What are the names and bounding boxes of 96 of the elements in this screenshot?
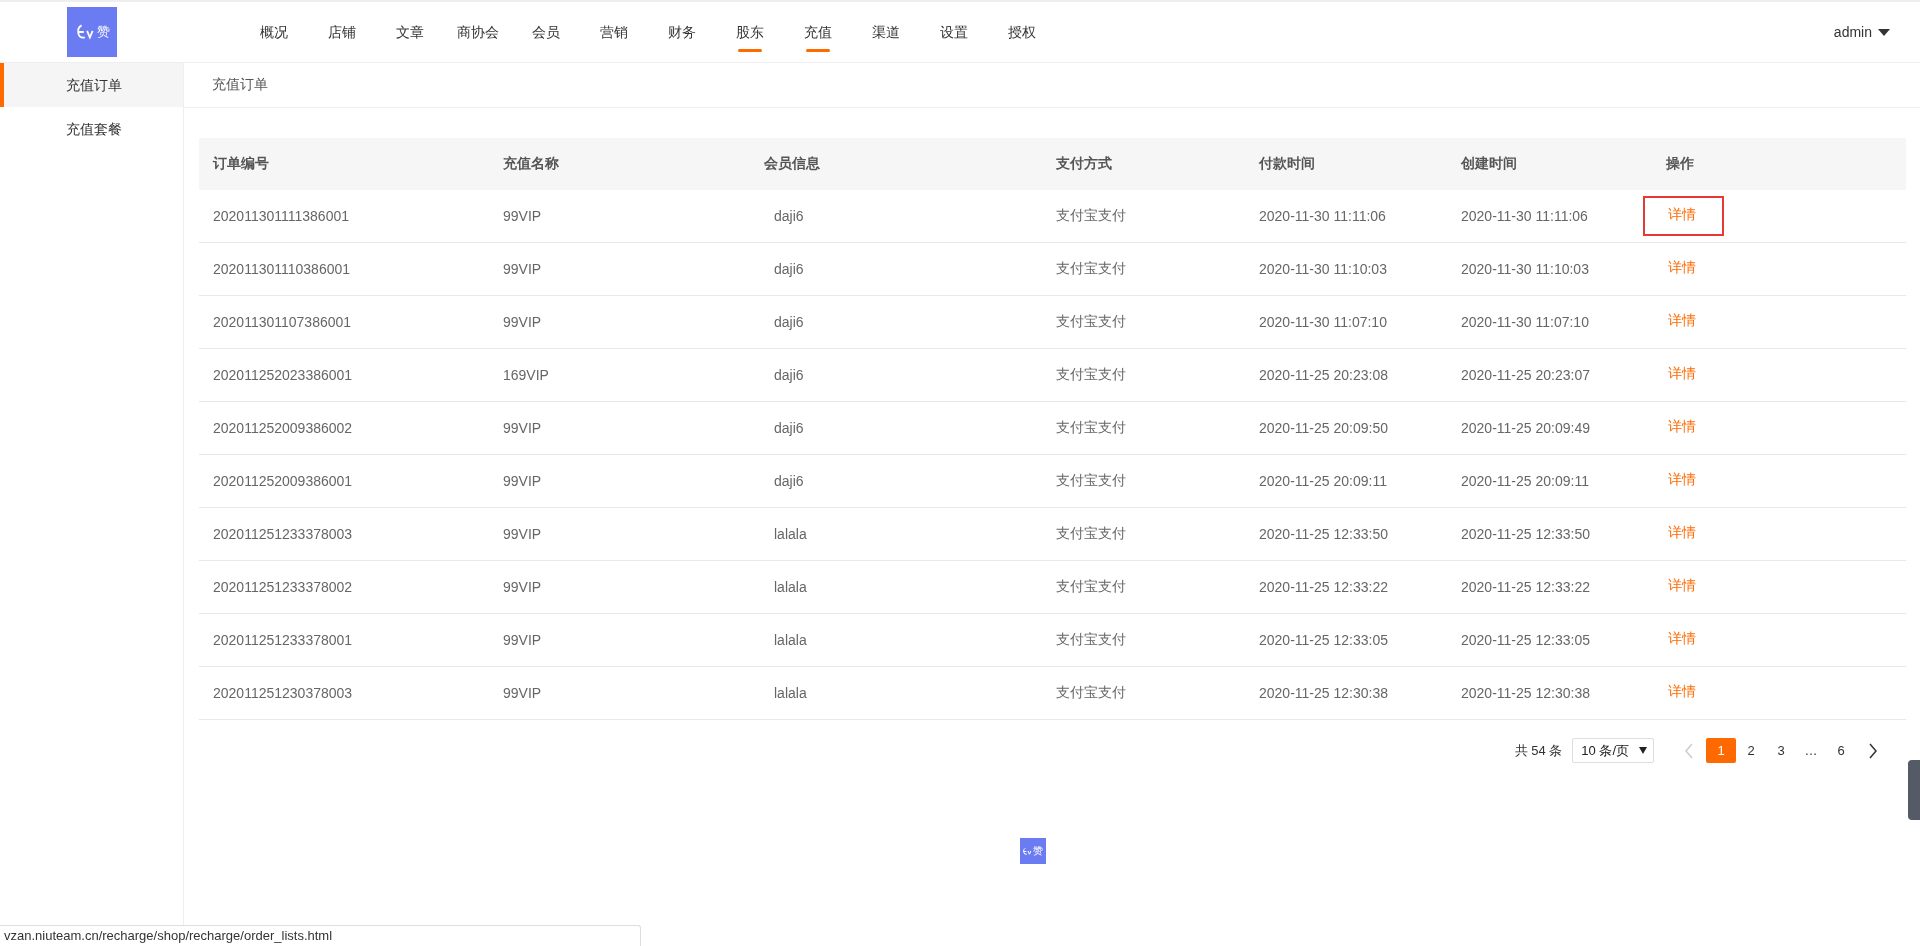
table-cell: 支付宝支付	[1056, 472, 1126, 488]
table-cell: 2020-11-25 12:33:05	[1259, 632, 1388, 648]
table-cell: 99VIP	[503, 314, 542, 330]
table-cell: 支付宝支付	[1056, 578, 1126, 594]
table-cell: 2020-11-25 12:33:22	[1259, 579, 1388, 595]
table-cell-text: daji6	[773, 208, 804, 224]
table-cell-text: daji6	[773, 314, 804, 330]
table-cell: 202011301110386001	[213, 261, 351, 277]
caret-icon	[1639, 747, 1647, 754]
table-cell: 2020-11-25 20:09:11	[1461, 473, 1589, 489]
table-cell: 2020-11-25 12:33:22	[1461, 579, 1590, 595]
table-cell: 支付宝支付	[1056, 525, 1126, 541]
table-cell: 169VIP	[503, 367, 549, 383]
table-cell: 99VIP	[503, 685, 542, 701]
nav-tab[interactable]: 文章	[376, 2, 444, 62]
table-cell: 2020-11-25 20:09:11	[1259, 473, 1387, 489]
table-cell: 支付宝支付	[1056, 313, 1126, 329]
table-cell: 99VIP	[503, 261, 542, 277]
table-cell: 2020-11-25 12:33:50	[1259, 526, 1388, 542]
column-header: 创建时间	[1461, 155, 1517, 171]
table-cell: 202011252009386002	[213, 420, 353, 436]
nav-tab[interactable]: 财务	[648, 2, 716, 62]
table-cell: 99VIP	[503, 579, 542, 595]
table-cell: 2020-11-25 12:30:38	[1461, 685, 1590, 701]
table-cell: 202011251233378002	[213, 579, 353, 595]
nav-tab[interactable]: 充值	[784, 2, 852, 62]
total-count: 共 54 条	[1514, 741, 1563, 760]
table-cell: 支付宝支付	[1056, 684, 1126, 700]
status-bar: vzan.niuteam.cn/recharge/shop/recharge/order_lists.html	[0, 925, 641, 946]
table-cell: 99VIP	[503, 208, 542, 224]
table-cell: 202011252023386001	[213, 367, 353, 383]
nav-tab[interactable]: 会员	[512, 2, 580, 62]
table-cell: 202011251233378001	[213, 632, 353, 648]
table-cell: 99VIP	[503, 473, 542, 489]
table-cell: 支付宝支付	[1056, 631, 1126, 647]
table-cell: 202011252009386001	[213, 473, 353, 489]
table-cell-text: daji6	[773, 473, 804, 489]
table-cell: 2020-11-30 11:10:03	[1259, 261, 1387, 277]
table-cell: 2020-11-25 12:33:50	[1461, 526, 1590, 542]
column-header: 会员信息	[764, 155, 820, 171]
nav-tab[interactable]: 营销	[580, 2, 648, 62]
page-button[interactable]: 2	[1736, 738, 1766, 763]
table-cell-text: lalala	[773, 526, 807, 542]
column-header: 付款时间	[1259, 155, 1315, 171]
nav-tab[interactable]: 授权	[988, 2, 1056, 62]
page-button[interactable]: 6	[1826, 738, 1856, 763]
table-cell: 支付宝支付	[1056, 207, 1126, 223]
table-cell-text: lalala	[773, 685, 807, 701]
column-header: 订单编号	[213, 155, 269, 171]
user-menu[interactable]: admin	[1827, 23, 1896, 41]
nav-tab[interactable]: 商协会	[444, 2, 512, 62]
column-header: 支付方式	[1056, 155, 1112, 171]
table-cell: 2020-11-30 11:10:03	[1461, 261, 1589, 277]
table-cell: 202011301111386001	[213, 208, 349, 224]
table-cell: 2020-11-25 20:09:49	[1461, 420, 1590, 436]
nav-tab[interactable]: 店铺	[308, 2, 376, 62]
table-cell: 2020-11-25 12:33:05	[1461, 632, 1590, 648]
table-cell-text: daji6	[773, 367, 804, 383]
nav-tab[interactable]: 渠道	[852, 2, 920, 62]
table-cell: 支付宝支付	[1056, 260, 1126, 276]
page-button[interactable]: …	[1796, 738, 1826, 763]
caret-icon	[1878, 28, 1890, 36]
sidebar-item[interactable]: 充值订单	[0, 63, 183, 107]
table-cell: 支付宝支付	[1056, 366, 1126, 382]
table-cell: 支付宝支付	[1056, 419, 1126, 435]
nav-tab[interactable]: 概况	[240, 2, 308, 62]
table-cell: 2020-11-30 11:07:10	[1259, 314, 1387, 330]
table-cell-text: lalala	[773, 579, 807, 595]
table-cell: 99VIP	[503, 420, 542, 436]
table-cell: 99VIP	[503, 632, 542, 648]
nav-tab[interactable]: 设置	[920, 2, 988, 62]
table-cell: 2020-11-25 20:09:50	[1259, 420, 1388, 436]
page-button[interactable]: 3	[1766, 738, 1796, 763]
logo-text: 赞	[1033, 844, 1043, 858]
nav-tab[interactable]: 股东	[716, 2, 784, 62]
logo-swirl-icon	[1022, 846, 1033, 856]
table-cell: 2020-11-25 20:23:08	[1259, 367, 1388, 383]
logo-text: 赞	[96, 23, 110, 41]
table-cell: 202011301107386001	[213, 314, 352, 330]
table-cell-text: daji6	[773, 261, 804, 277]
column-header: 充值名称	[503, 155, 559, 171]
table-cell: 202011251233378003	[213, 526, 353, 542]
table-cell-text: lalala	[773, 632, 807, 648]
table-cell: 2020-11-30 11:11:06	[1259, 208, 1386, 224]
table-cell: 2020-11-25 12:30:38	[1259, 685, 1388, 701]
table-cell-text: daji6	[773, 420, 804, 436]
page-size-select[interactable]: 10 条/页	[1572, 738, 1654, 763]
table-cell: 2020-11-30 11:07:10	[1461, 314, 1589, 330]
next-page-icon[interactable]	[1868, 742, 1878, 759]
table-cell: 2020-11-30 11:11:06	[1461, 208, 1588, 224]
table-cell: 99VIP	[503, 526, 542, 542]
sidebar-item[interactable]: 充值套餐	[0, 107, 183, 151]
column-header: 操作	[1666, 155, 1694, 171]
breadcrumb: 充值订单	[212, 76, 268, 94]
table-cell: 202011251230378003	[213, 685, 353, 701]
table-cell: 2020-11-25 20:23:07	[1461, 367, 1590, 383]
